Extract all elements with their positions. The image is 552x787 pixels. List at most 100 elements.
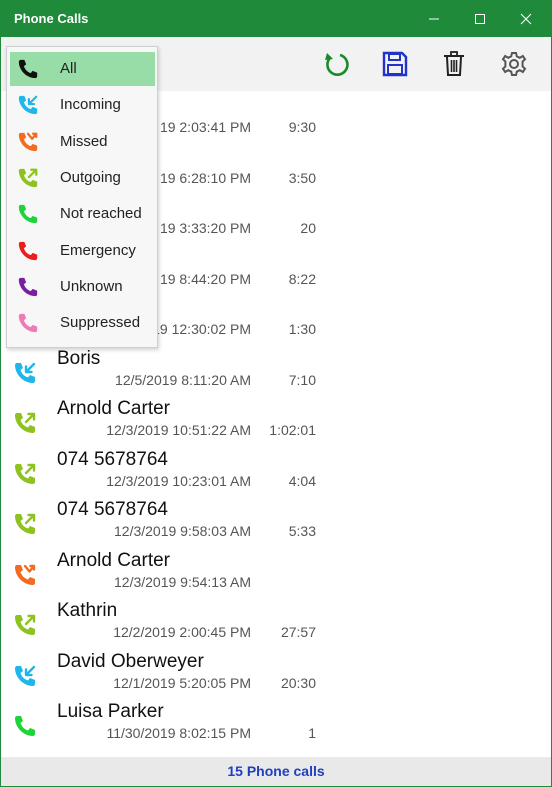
- filter-item-label: Not reached: [60, 205, 142, 223]
- filter-icon: [17, 240, 41, 264]
- call-datetime: 12/3/2019 10:51:22 AM: [106, 422, 251, 438]
- call-type-icon: [13, 512, 41, 540]
- call-duration: 5:33: [288, 523, 316, 539]
- call-type-icon: [13, 361, 41, 389]
- phone-incoming-icon: [18, 95, 38, 115]
- phone-all-icon: [18, 59, 38, 79]
- phone-emergency-icon: [18, 241, 38, 260]
- caller-name: 074 5678764: [57, 448, 168, 470]
- call-duration: 9:30: [288, 119, 316, 135]
- filter-icon: [17, 203, 41, 227]
- filter-item-label: Outgoing: [60, 168, 121, 186]
- trash-icon: [444, 51, 464, 76]
- close-button[interactable]: [503, 1, 549, 37]
- call-duration: 4:04: [288, 472, 316, 489]
- phone-incoming-icon: [15, 665, 36, 686]
- filter-icon: [17, 131, 41, 155]
- filter-item-emergency[interactable]: Emergency: [10, 234, 155, 268]
- filter-icon: [17, 58, 41, 82]
- call-duration: 1:30: [288, 321, 316, 337]
- call-entry[interactable]: 074 5678764 12/3/2019 10:23:01 AM 4:04: [1, 448, 551, 498]
- filter-item-label: Missed: [60, 132, 108, 150]
- phone-suppressed-icon: [18, 313, 38, 333]
- call-entry[interactable]: Boris 12/5/2019 8:11:20 AM 7:10: [1, 347, 551, 397]
- phone-missed-icon: [15, 564, 36, 585]
- call-datetime: 12/3/2019 10:23:01 AM: [106, 472, 251, 489]
- filter-item-all[interactable]: All: [10, 52, 155, 86]
- call-duration: 8:22: [288, 270, 316, 287]
- minimize-icon: [429, 18, 439, 20]
- filter-item-suppressed[interactable]: Suppressed: [10, 306, 155, 340]
- call-duration: 3:50: [288, 169, 316, 186]
- call-datetime: 12/3/2019 9:58:03 AM: [114, 523, 251, 539]
- save-button[interactable]: [379, 48, 411, 80]
- call-datetime: 12/2/2019 2:00:45 PM: [113, 624, 251, 640]
- window-title: Phone Calls: [14, 11, 89, 26]
- filter-item-incoming[interactable]: Incoming: [10, 88, 155, 122]
- call-type-icon: [13, 613, 41, 641]
- filter-icon: [17, 167, 41, 191]
- call-datetime: 12/5/2019 8:11:20 AM: [115, 371, 251, 388]
- phone-outgoing-icon: [15, 614, 36, 635]
- caller-name: Arnold Carter: [57, 398, 170, 419]
- settings-button[interactable]: [498, 48, 530, 80]
- phone-outgoing-icon: [18, 168, 38, 188]
- call-entry[interactable]: 074 5678764 12/3/2019 9:58:03 AM 5:33: [1, 498, 551, 548]
- call-type-icon: [13, 664, 41, 692]
- call-duration: 1: [308, 725, 316, 741]
- call-entry[interactable]: Kathrin 12/2/2019 2:00:45 PM 27:57: [1, 599, 551, 649]
- filter-item-label: Emergency: [60, 241, 136, 259]
- save-icon: [382, 51, 408, 77]
- phone-outgoing-icon: [15, 463, 36, 484]
- filter-item-outgoing[interactable]: Outgoing: [10, 161, 155, 195]
- call-entry[interactable]: Arnold Carter 12/3/2019 9:54:13 AM: [1, 549, 551, 599]
- title-bar: Phone Calls: [1, 1, 551, 37]
- maximize-button[interactable]: [457, 1, 503, 37]
- call-duration: 27:57: [280, 624, 316, 640]
- call-type-icon: [13, 563, 41, 591]
- caller-name: David Oberweyer: [57, 650, 204, 672]
- call-count-label: 15 Phone calls: [227, 763, 325, 779]
- filter-item-label: Unknown: [60, 277, 123, 295]
- call-entry[interactable]: Arnold Carter 12/3/2019 10:51:22 AM 1:02:0…: [1, 397, 551, 447]
- filter-dropdown[interactable]: All Incoming Missed Outgoing Not reached Emer…: [6, 46, 158, 348]
- refresh-button[interactable]: [320, 48, 352, 80]
- caller-name: Luisa Parker: [57, 701, 164, 722]
- filter-item-label: Incoming: [60, 96, 121, 114]
- gear-icon: [501, 52, 527, 76]
- filter-item-label: All: [60, 60, 77, 77]
- app-window: Phone Calls 19 2:03:41 PM 9:30 19 6:28:1…: [0, 0, 552, 787]
- call-datetime: 12/1/2019 5:20:05 PM: [113, 674, 251, 691]
- filter-item-label: Suppressed: [60, 314, 141, 332]
- filter-icon: [17, 312, 41, 336]
- call-duration: 20: [300, 220, 316, 236]
- filter-item-unknown[interactable]: Unknown: [10, 270, 155, 304]
- caller-name: Kathrin: [57, 600, 118, 621]
- phone-unknown-icon: [18, 277, 38, 296]
- call-duration: 20:30: [280, 674, 316, 691]
- refresh-icon: [325, 53, 349, 76]
- phone-outgoing-icon: [15, 412, 36, 433]
- close-icon: [520, 13, 532, 25]
- caller-name: Arnold Carter: [57, 549, 170, 571]
- call-datetime: 12/3/2019 9:54:13 AM: [114, 573, 251, 590]
- call-type-icon: [13, 714, 41, 742]
- phone-incoming-icon: [15, 362, 36, 383]
- call-entry[interactable]: David Oberweyer 12/1/2019 5:20:05 PM 20:30: [1, 650, 551, 700]
- phone-missed-icon: [18, 132, 38, 151]
- filter-icon: [17, 94, 41, 118]
- filter-item-missed[interactable]: Missed: [10, 125, 155, 159]
- filter-item-notreached[interactable]: Not reached: [10, 197, 155, 231]
- call-type-icon: [13, 411, 41, 439]
- caller-name: 074 5678764: [57, 499, 168, 520]
- phone-outgoing-icon: [15, 513, 36, 534]
- delete-button[interactable]: [438, 48, 470, 80]
- maximize-icon: [475, 14, 485, 24]
- status-bar: 15 Phone calls: [1, 757, 551, 786]
- call-entry[interactable]: Luisa Parker 11/30/2019 8:02:15 PM 1: [1, 700, 551, 750]
- phone-notreached-icon: [15, 716, 35, 736]
- filter-icon: [17, 276, 41, 300]
- call-duration: 7:10: [288, 371, 316, 388]
- caller-name: Boris: [57, 347, 101, 369]
- minimize-button[interactable]: [411, 1, 457, 37]
